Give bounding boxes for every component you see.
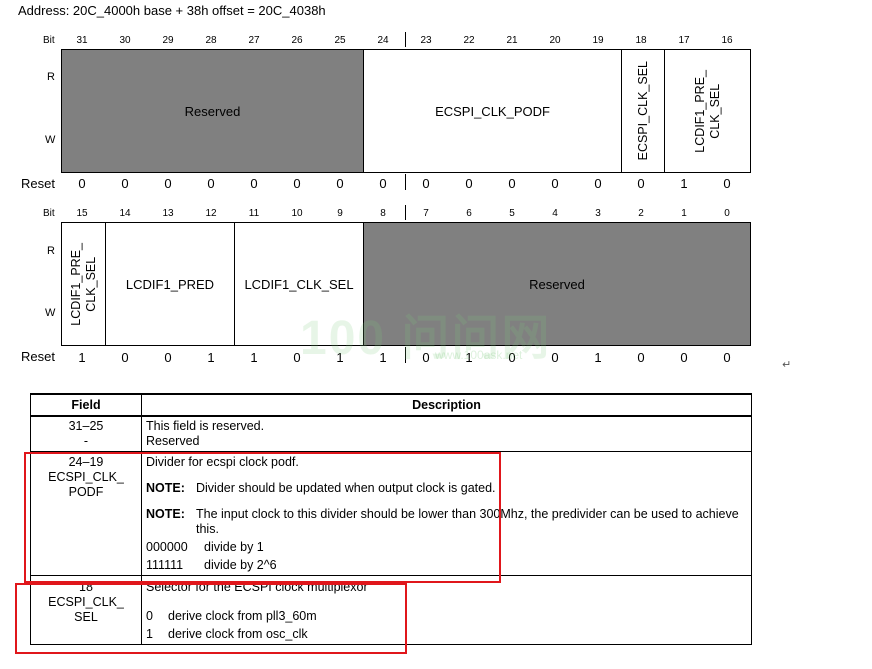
bit-number: 23 <box>420 35 432 46</box>
bit-number: 14 <box>119 208 131 219</box>
bit-number: 9 <box>337 208 343 219</box>
reset-value: 0 <box>637 350 645 365</box>
reset-value: 0 <box>551 176 559 191</box>
byte-separator <box>405 205 406 220</box>
field-bits: 31–25 <box>68 419 104 433</box>
byte-separator <box>405 32 406 47</box>
reset-value: 1 <box>594 350 602 365</box>
bit-number: 5 <box>509 208 515 219</box>
field-label: ECSPI_CLK_SEL <box>635 61 650 161</box>
highlight-box-sel <box>15 583 407 654</box>
read-label-lower: R <box>47 245 55 257</box>
reset-value: 0 <box>508 176 516 191</box>
field-label: Reserved <box>184 103 241 119</box>
read-label-upper: R <box>47 71 55 83</box>
field-lcdif1-pred: LCDIF1_PRED <box>105 223 234 345</box>
bit-number: 1 <box>681 208 687 219</box>
bit-number: 11 <box>248 208 260 219</box>
write-label-lower: W <box>45 307 56 319</box>
watermark-url: www.100ask.net <box>435 348 523 362</box>
reset-value: 1 <box>680 176 688 191</box>
reset-label-lower: Reset <box>21 349 55 364</box>
table-row: 31–25 - This field is reserved. Reserved <box>30 415 752 452</box>
reset-value: 0 <box>723 350 731 365</box>
reset-value: 0 <box>422 176 430 191</box>
reset-label-upper: Reset <box>21 176 55 191</box>
bit-number: 8 <box>380 208 386 219</box>
reset-value: 0 <box>723 176 731 191</box>
reset-value: 1 <box>78 350 86 365</box>
field-label: LCDIF1_CLK_SEL <box>244 276 354 292</box>
bit-number: 13 <box>162 208 174 219</box>
register-address: Address: 20C_4000h base + 38h offset = 2… <box>18 3 326 18</box>
header-field: Field <box>30 393 142 417</box>
bit-number: 21 <box>506 35 518 46</box>
field-label: LCDIF1_PRE_ CLK_SEL <box>68 242 98 326</box>
field-reserved-upper: Reserved <box>62 50 363 172</box>
bit-number: 2 <box>638 208 644 219</box>
field-label: LCDIF1_PRED <box>125 276 215 292</box>
field-label: Reserved <box>529 276 585 292</box>
field-ecspi-clk-sel: ECSPI_CLK_SEL <box>621 50 664 172</box>
bit-number: 20 <box>549 35 561 46</box>
reset-value: 0 <box>637 176 645 191</box>
bit-number: 25 <box>334 35 346 46</box>
description-text: This field is reserved. <box>146 419 265 433</box>
write-label-upper: W <box>45 134 56 146</box>
reset-value: 0 <box>379 176 387 191</box>
reset-value: 0 <box>164 176 172 191</box>
reset-value: 0 <box>336 176 344 191</box>
reset-value: 0 <box>250 176 258 191</box>
field-label: ECSPI_CLK_PODF <box>435 103 550 119</box>
reset-value: 0 <box>121 350 129 365</box>
bit-number: 17 <box>678 35 690 46</box>
bit-number: 3 <box>595 208 601 219</box>
bit-number: 4 <box>552 208 558 219</box>
bit-row-label-lower: Bit <box>43 208 55 219</box>
field-ecspi-clk-podf: ECSPI_CLK_PODF <box>363 50 621 172</box>
reset-value: 0 <box>293 176 301 191</box>
bit-number: 30 <box>119 35 131 46</box>
description-text: Reserved <box>146 434 200 448</box>
reset-value: 0 <box>594 176 602 191</box>
bit-number: 22 <box>463 35 475 46</box>
paragraph-return-icon: ↵ <box>782 359 792 371</box>
bit-number: 12 <box>205 208 217 219</box>
bit-number: 24 <box>377 35 389 46</box>
bit-number: 10 <box>291 208 303 219</box>
register-upper-half: Reserved ECSPI_CLK_PODF ECSPI_CLK_SEL LC… <box>61 49 751 173</box>
bit-row-label-upper: Bit <box>43 35 55 46</box>
bit-number: 29 <box>162 35 174 46</box>
field-lcdif1-pre-clk-sel-upper: LCDIF1_PRE_ CLK_SEL <box>664 50 750 172</box>
reset-value: 1 <box>250 350 258 365</box>
reset-value: 0 <box>164 350 172 365</box>
field-cell: 31–25 - <box>30 415 142 452</box>
bit-number: 18 <box>635 35 647 46</box>
field-label: LCDIF1_PRE_ CLK_SEL <box>692 69 722 153</box>
reset-value: 0 <box>465 176 473 191</box>
reset-value: 0 <box>207 176 215 191</box>
bit-number: 15 <box>76 208 88 219</box>
highlight-box-podf <box>24 452 501 583</box>
bit-number: 7 <box>423 208 429 219</box>
bit-number: 0 <box>724 208 730 219</box>
bit-number: 6 <box>466 208 472 219</box>
field-name: - <box>83 434 89 448</box>
bit-number: 28 <box>205 35 217 46</box>
reset-value: 1 <box>207 350 215 365</box>
bit-number: 31 <box>76 35 88 46</box>
table-header-row: Field Description <box>30 393 752 417</box>
byte-separator <box>405 174 406 190</box>
field-lcdif1-pre-clk-sel-lower: LCDIF1_PRE_ CLK_SEL <box>62 223 105 345</box>
reset-value: 0 <box>121 176 129 191</box>
bit-number: 19 <box>592 35 604 46</box>
reset-value: 0 <box>680 350 688 365</box>
bit-number: 16 <box>721 35 733 46</box>
bit-number: 26 <box>291 35 303 46</box>
reset-value: 0 <box>78 176 86 191</box>
description-cell: This field is reserved. Reserved <box>141 415 752 452</box>
header-description: Description <box>141 393 752 417</box>
bit-number: 27 <box>248 35 260 46</box>
